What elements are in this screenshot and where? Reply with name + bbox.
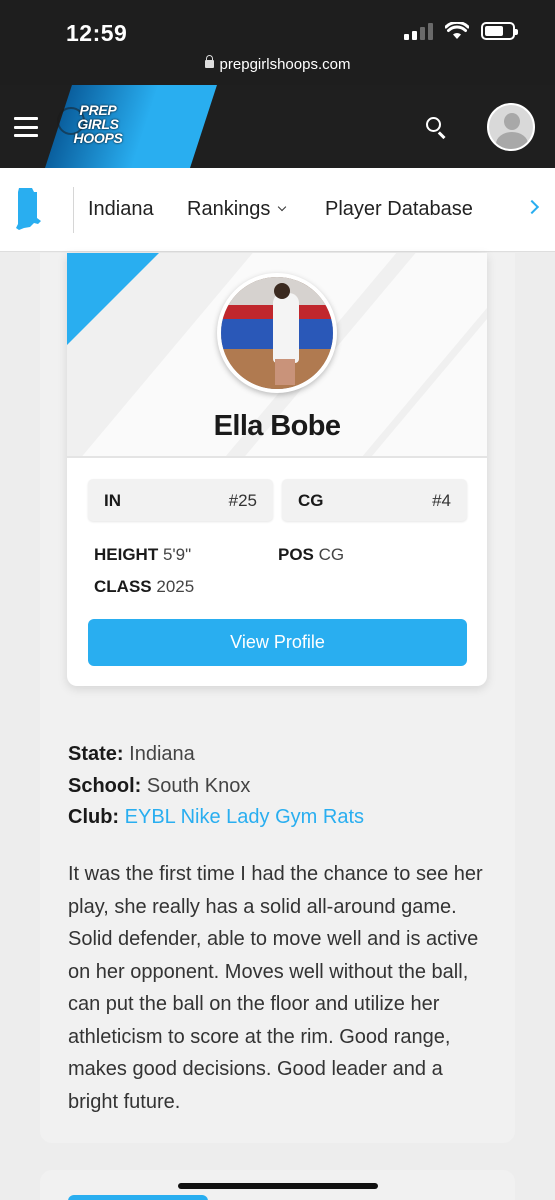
indiana-state-icon[interactable] — [16, 188, 42, 230]
site-logo[interactable]: PREP GIRLS HOOPS — [58, 103, 138, 145]
player-photo — [217, 273, 337, 393]
home-indicator — [178, 1183, 378, 1189]
player-position: POS CG — [278, 545, 345, 564]
view-profile-button[interactable]: View Profile — [88, 619, 467, 666]
corner-accent — [67, 253, 159, 345]
subnav-divider — [73, 187, 74, 233]
player-card-banner: Ella Bobe — [67, 253, 487, 458]
address-bar[interactable]: prepgirlshoops.com — [0, 55, 555, 73]
subnav-item-indiana[interactable]: Indiana — [88, 198, 154, 221]
url-text: prepgirlshoops.com — [219, 56, 351, 73]
player-card: Ella Bobe IN #25 CG #4 HEIGHT 5'9" POS C… — [67, 253, 487, 686]
search-icon[interactable] — [426, 117, 441, 132]
player-school: School: South Knox — [68, 775, 251, 797]
player-class: CLASS 2025 — [94, 577, 195, 596]
chevron-down-icon — [278, 202, 287, 212]
wifi-icon — [445, 22, 469, 39]
club-link[interactable]: EYBL Nike Lady Gym Rats — [125, 806, 364, 828]
status-time: 12:59 — [66, 20, 128, 46]
player-name: Ella Bobe — [213, 410, 341, 442]
player-height: HEIGHT 5'9" — [94, 545, 192, 564]
user-avatar-icon[interactable] — [487, 103, 535, 151]
cellular-signal-icon — [404, 22, 433, 40]
position-rank-badge: CG #4 — [282, 479, 467, 521]
scouting-report: It was the first time I had the chance t… — [68, 863, 483, 1113]
status-bar: 12:59 prepgirlshoops.com — [0, 0, 555, 85]
subnav-item-rankings[interactable]: Rankings — [187, 198, 287, 221]
player-club: Club: EYBL Nike Lady Gym Rats — [68, 806, 365, 828]
site-header: PREP GIRLS HOOPS — [0, 85, 555, 168]
state-subnav: Indiana Rankings Player Database — [0, 168, 555, 252]
status-icons — [404, 22, 518, 40]
battery-icon — [481, 22, 518, 40]
subnav-item-player-database[interactable]: Player Database — [325, 198, 473, 221]
hamburger-icon[interactable] — [14, 117, 38, 137]
state-rank-badge: IN #25 — [88, 479, 273, 521]
lock-icon — [204, 55, 214, 68]
player-state: State: Indiana — [68, 743, 195, 765]
